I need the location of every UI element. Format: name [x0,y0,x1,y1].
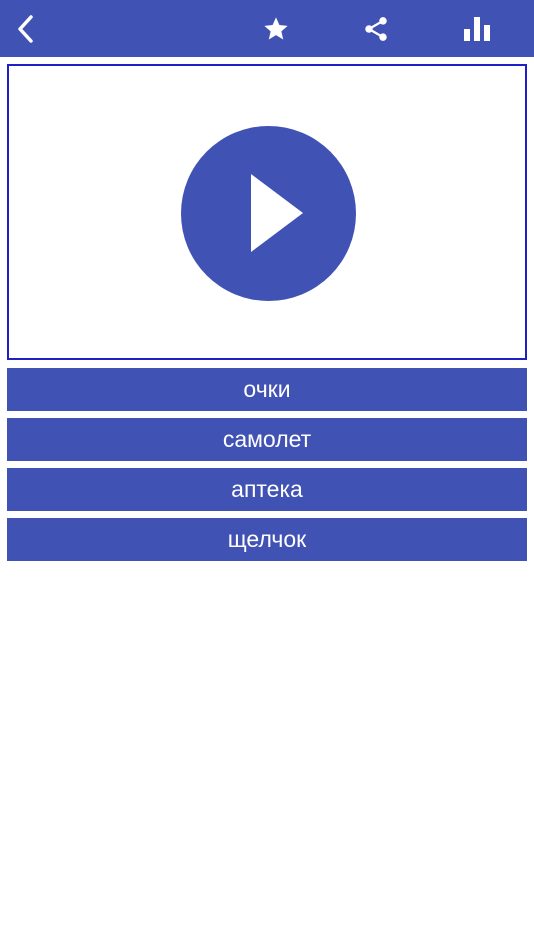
star-icon [264,16,288,39]
statistics-button[interactable] [453,0,501,57]
answer-option[interactable]: щелчок [7,518,527,561]
share-icon [365,16,387,41]
chevron-left-icon [18,14,33,43]
share-button[interactable] [352,0,400,57]
audio-player-panel [7,64,527,360]
answer-option[interactable]: самолет [7,418,527,461]
play-button[interactable] [181,126,356,301]
answer-option[interactable]: аптека [7,468,527,511]
top-toolbar [0,0,534,57]
bar-chart-icon [464,16,490,41]
play-icon [251,174,303,252]
answer-option[interactable]: очки [7,368,527,411]
answer-options: очки самолет аптека щелчок [7,368,527,568]
back-button[interactable] [4,0,48,57]
favorite-button[interactable] [252,0,300,57]
